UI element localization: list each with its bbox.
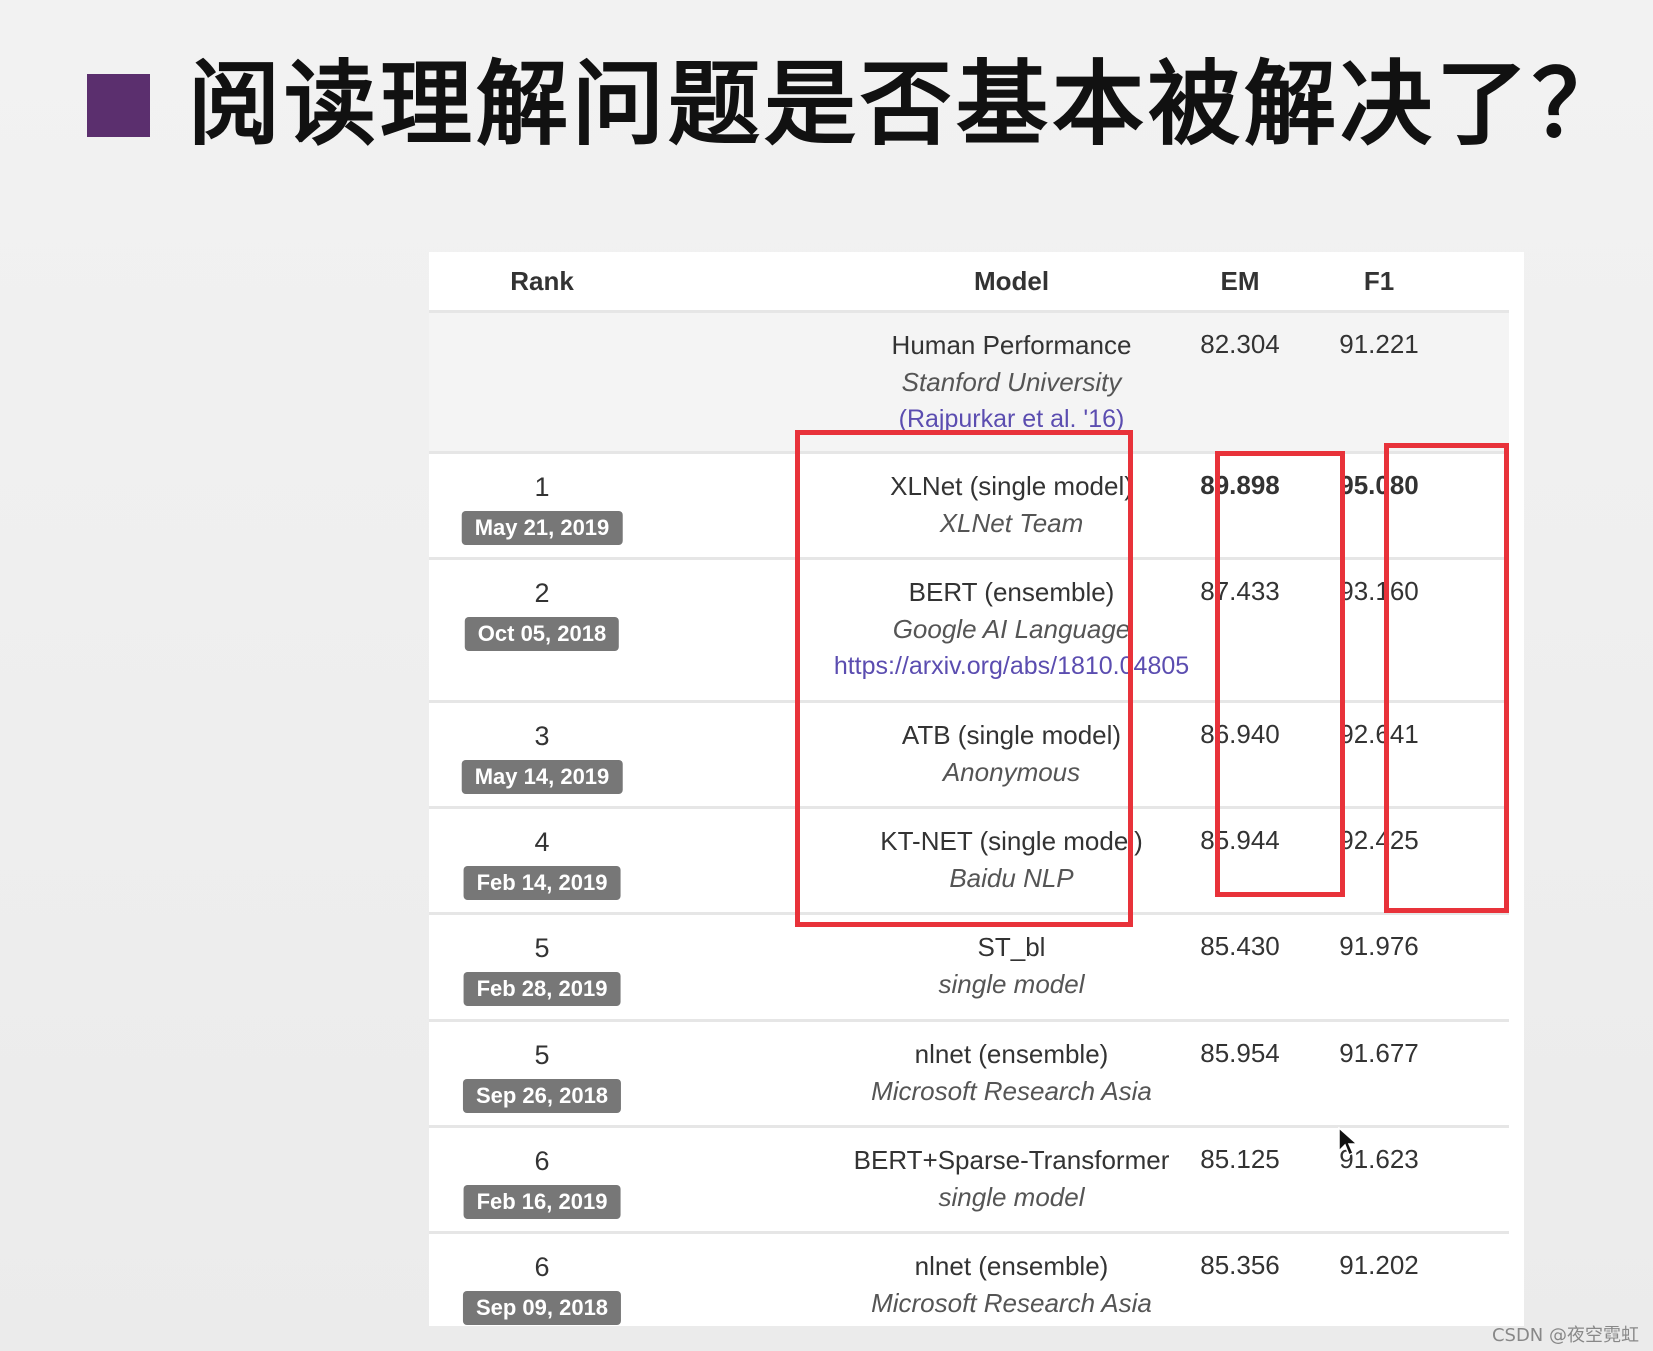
em-score: 85.125 [1200, 1144, 1280, 1174]
f1-score: 91.677 [1339, 1038, 1419, 1068]
arxiv-link[interactable]: https://arxiv.org/abs/1810.04805 [729, 648, 1294, 684]
rank-number: 5 [534, 933, 550, 963]
em-score: 86.940 [1200, 719, 1280, 749]
model-org: XLNet Team [939, 508, 1084, 538]
f1-score: 91.221 [1339, 329, 1419, 359]
model-org: single model [938, 1182, 1085, 1212]
em-score: 85.430 [1200, 931, 1280, 961]
watermark: CSDN @夜空霓虹 [1491, 1325, 1639, 1346]
date-badge: Sep 09, 2018 [462, 1291, 622, 1325]
model-org: Microsoft Research Asia [871, 1288, 1152, 1318]
slide-header: 阅读理解问题是否基本被解决了？ [87, 40, 1628, 170]
date-badge: May 21, 2019 [461, 511, 623, 545]
header-rank: Rank [510, 266, 574, 296]
leaderboard-table: Rank Model EM F1 Human Performance Stanf… [429, 252, 1524, 1326]
table-row: 2 Oct 05, 2018 BERT (ensemble) Google AI… [429, 560, 1509, 703]
model-org: Baidu NLP [949, 863, 1074, 893]
table-row: 5 Sep 26, 2018 nlnet (ensemble) Microsof… [429, 1022, 1509, 1128]
f1-score: 91.976 [1339, 931, 1419, 961]
table-row: 4 Feb 14, 2019 KT-NET (single model) Bai… [429, 809, 1509, 915]
f1-score: 91.623 [1339, 1144, 1419, 1174]
f1-score: 92.425 [1339, 825, 1419, 855]
em-score: 89.898 [1200, 470, 1280, 500]
date-badge: Feb 16, 2019 [463, 1185, 621, 1219]
model-org: Microsoft Research Asia [871, 1076, 1152, 1106]
mouse-cursor-icon [1338, 1127, 1359, 1157]
model-org: single model [938, 969, 1085, 999]
square-bullet-icon [87, 73, 150, 137]
reference-link[interactable]: (Rajpurkar et al. '16) [729, 401, 1294, 437]
rank-number: 1 [534, 472, 550, 502]
model-org: Stanford University [901, 367, 1122, 397]
model-org: Google AI Language [892, 614, 1131, 644]
table-row: 1 May 21, 2019 XLNet (single model) XLNe… [429, 454, 1509, 560]
rank-number: 2 [534, 578, 550, 608]
em-score: 85.356 [1200, 1250, 1280, 1280]
rank-number: 6 [534, 1252, 550, 1282]
f1-score: 93.160 [1339, 576, 1419, 606]
date-badge: Feb 14, 2019 [463, 866, 621, 900]
rank-number: 6 [534, 1146, 550, 1176]
table-row: 6 Sep 09, 2018 nlnet (ensemble) Microsof… [429, 1234, 1509, 1326]
f1-score: 95.080 [1339, 470, 1419, 500]
date-badge: Sep 26, 2018 [462, 1079, 622, 1113]
date-badge: Oct 05, 2018 [464, 617, 620, 651]
header-f1: F1 [1363, 266, 1395, 296]
f1-score: 92.641 [1339, 719, 1419, 749]
slide-title: 阅读理解问题是否基本被解决了？ [188, 51, 1629, 158]
f1-score: 91.202 [1339, 1250, 1419, 1280]
human-performance-row: Human Performance Stanford University (R… [429, 313, 1509, 454]
em-score: 82.304 [1200, 329, 1280, 359]
em-score: 87.433 [1200, 576, 1280, 606]
rank-number: 5 [534, 1040, 550, 1070]
table-row: 3 May 14, 2019 ATB (single model) Anonym… [429, 703, 1509, 809]
rank-number: 3 [534, 721, 550, 751]
em-score: 85.944 [1200, 825, 1280, 855]
rank-number: 4 [534, 827, 550, 857]
model-org: Anonymous [942, 757, 1081, 787]
em-score: 85.954 [1200, 1038, 1280, 1068]
table-row: 5 Feb 28, 2019 ST_bl single model 85.430… [429, 915, 1509, 1022]
header-em: EM [1220, 266, 1260, 296]
date-badge: May 14, 2019 [461, 760, 623, 794]
table-header: Rank Model EM F1 [429, 252, 1509, 313]
date-badge: Feb 28, 2019 [463, 972, 621, 1006]
